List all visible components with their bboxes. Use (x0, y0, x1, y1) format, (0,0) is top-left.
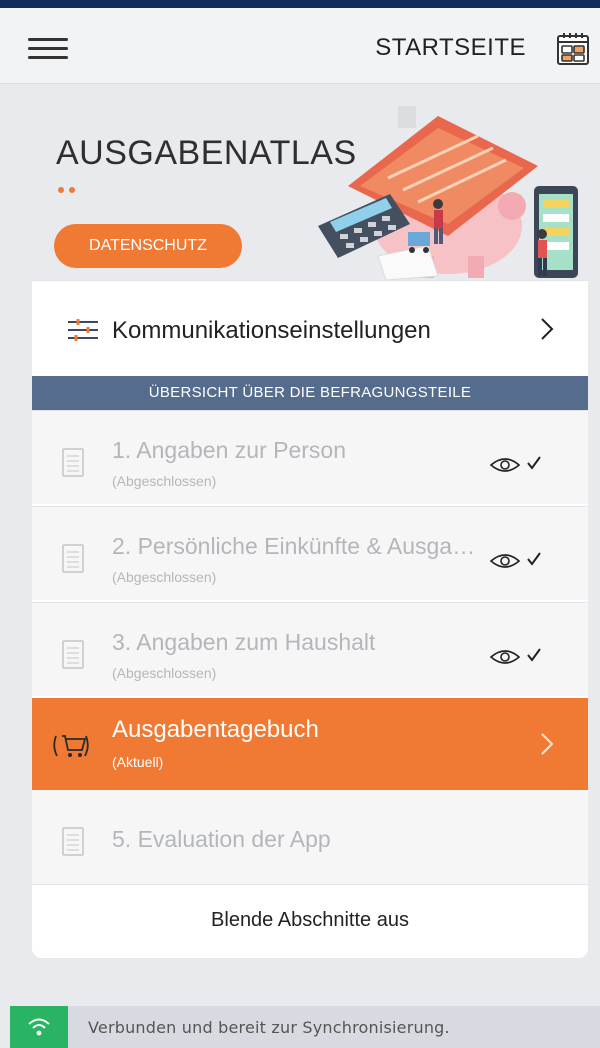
eye-icon[interactable] (490, 455, 520, 475)
wifi-status (10, 1006, 68, 1048)
eye-icon[interactable] (490, 647, 520, 667)
part-status: (Abgeschlossen) (112, 665, 217, 681)
chevron-right-icon (541, 733, 554, 755)
sync-status-bar: Verbunden und bereit zur Synchronisierun… (10, 1006, 600, 1048)
part-status: (Abgeschlossen) (112, 569, 217, 585)
survey-part-1[interactable]: 1. Angaben zur Person (Abgeschlossen) (32, 410, 588, 504)
checkmark-icon (527, 648, 541, 662)
checkmark-icon (527, 552, 541, 566)
eye-icon[interactable] (490, 551, 520, 571)
survey-part-4-current[interactable]: Ausgabentagebuch (Aktuell) (32, 698, 588, 790)
part-status: (Aktuell) (112, 754, 164, 770)
part-title: 1. Angaben zur Person (112, 437, 346, 463)
sync-status-text: Verbunden und bereit zur Synchronisierun… (88, 1018, 450, 1037)
survey-part-5[interactable]: 5. Evaluation der App (32, 790, 588, 884)
shopping-cart-icon (53, 735, 89, 757)
checkmark-icon (527, 456, 541, 470)
part-title: 2. Persönliche Einkünfte & Ausgaben (112, 533, 487, 559)
part-status: (Abgeschlossen) (112, 473, 217, 489)
survey-part-2[interactable]: 2. Persönliche Einkünfte & Ausgaben (Abg… (32, 506, 588, 600)
app-header: STARTSEITE (0, 8, 600, 84)
document-icon (62, 448, 84, 477)
section-header: ÜBERSICHT ÜBER DIE BEFRAGUNGSTEILE (32, 376, 588, 410)
part-title: 3. Angaben zum Haushalt (112, 629, 376, 655)
top-accent-line (0, 0, 600, 8)
banner-dots (58, 180, 80, 198)
privacy-button[interactable]: DATENSCHUTZ (54, 224, 242, 268)
house-piggybank-illustration (318, 106, 578, 280)
hide-sections-label: Blende Abschnitte aus (211, 909, 409, 931)
communication-settings-label: Kommunikationseinstellungen (112, 317, 431, 344)
banner: AUSGABENATLAS DATENSCHUTZ (32, 106, 588, 280)
wifi-icon (28, 1018, 50, 1036)
survey-card: AUSGABENATLAS DATENSCHUTZ Kommunikations… (32, 106, 588, 958)
page-title: STARTSEITE (375, 34, 526, 61)
document-icon (62, 640, 84, 669)
part-title: 5. Evaluation der App (112, 826, 331, 852)
part-title: Ausgabentagebuch (112, 716, 319, 743)
document-icon (62, 544, 84, 573)
document-icon (62, 827, 84, 856)
sliders-icon (68, 319, 98, 341)
communication-settings-row[interactable]: Kommunikationseinstellungen (32, 280, 588, 376)
hamburger-icon[interactable] (28, 38, 68, 60)
hide-sections-button[interactable]: Blende Abschnitte aus (32, 884, 588, 958)
chevron-right-icon (541, 318, 554, 340)
calendar-icon[interactable] (556, 32, 590, 66)
survey-part-3[interactable]: 3. Angaben zum Haushalt (Abgeschlossen) (32, 602, 588, 696)
